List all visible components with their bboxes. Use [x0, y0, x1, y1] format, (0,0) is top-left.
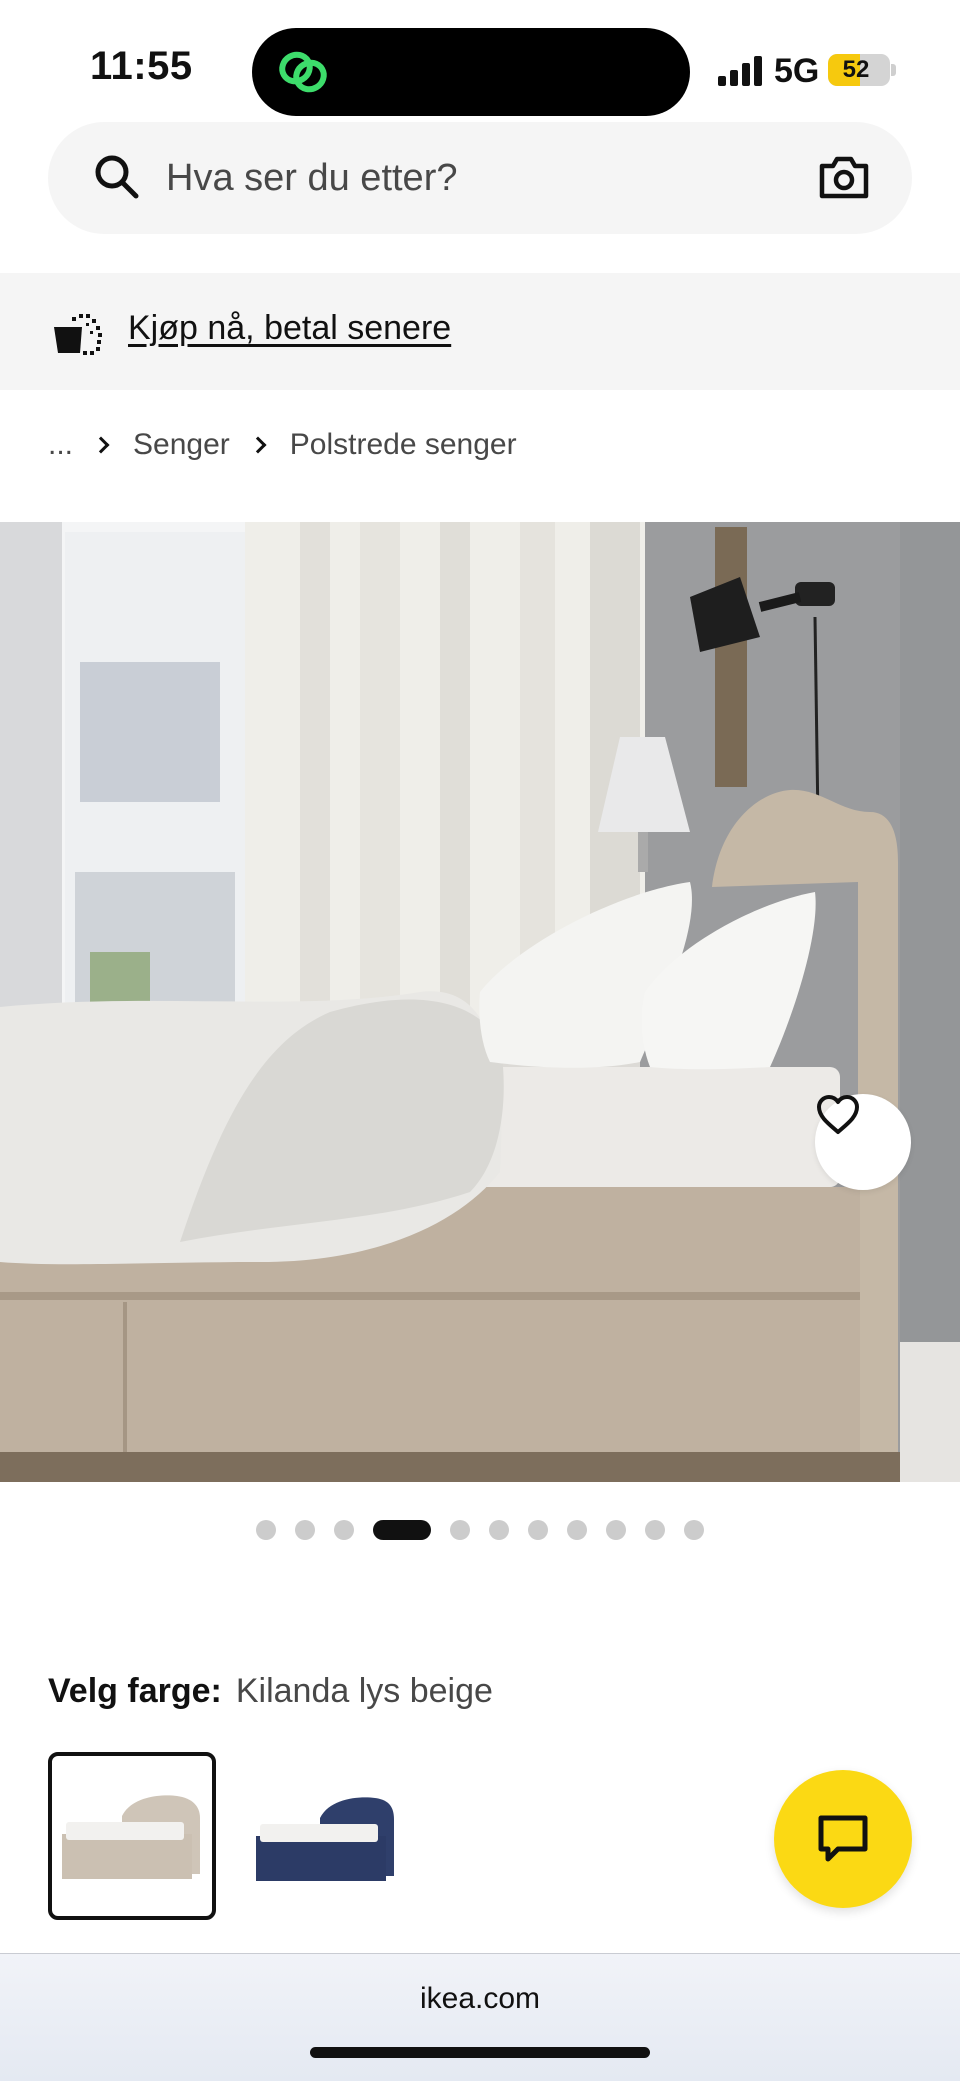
carousel-dot[interactable]	[567, 1520, 587, 1540]
chat-button[interactable]	[774, 1770, 912, 1908]
swatch-blue-image	[256, 1797, 394, 1881]
home-indicator[interactable]	[310, 2047, 650, 2058]
browser-url[interactable]: ikea.com	[0, 1982, 960, 2016]
color-select-label: Velg farge: Kilanda lys beige	[48, 1672, 493, 1711]
chevron-right-icon	[92, 436, 110, 454]
color-swatch-blue[interactable]	[242, 1752, 410, 1920]
status-time: 11:55	[90, 44, 193, 88]
battery-icon: 52	[828, 54, 890, 86]
product-image[interactable]	[0, 522, 960, 1482]
breadcrumb-ellipsis[interactable]: ...	[48, 428, 73, 462]
battery-level: 52	[842, 56, 870, 83]
breadcrumb-item-polstrede-senger[interactable]: Polstrede senger	[290, 428, 517, 462]
carousel-dot[interactable]	[295, 1520, 315, 1540]
breadcrumb: ... Senger Polstrede senger	[48, 420, 517, 470]
carousel-dot[interactable]	[334, 1520, 354, 1540]
search-bar[interactable]	[48, 122, 912, 234]
promo-banner: Kjøp nå, betal senere	[0, 273, 960, 390]
breadcrumb-item-senger[interactable]: Senger	[133, 428, 230, 462]
carousel-dot[interactable]	[645, 1520, 665, 1540]
network-label: 5G	[774, 52, 820, 90]
dynamic-island	[252, 28, 690, 116]
bed-photo	[0, 522, 960, 1482]
carousel-pagination[interactable]	[0, 1518, 960, 1542]
color-swatch-beige[interactable]	[48, 1752, 216, 1920]
carousel-dot[interactable]	[450, 1520, 470, 1540]
chevron-right-icon	[249, 436, 267, 454]
link-app-icon	[279, 51, 327, 93]
color-value: Kilanda lys beige	[235, 1672, 493, 1710]
carousel-dot[interactable]	[528, 1520, 548, 1540]
search-icon	[95, 155, 139, 199]
carousel-dot[interactable]	[684, 1520, 704, 1540]
camera-icon[interactable]	[818, 152, 870, 202]
favorite-button[interactable]	[815, 1094, 911, 1190]
swatch-beige-image	[62, 1795, 200, 1879]
status-bar: 11:55 5G 52	[0, 0, 960, 140]
signal-icon	[718, 56, 764, 86]
carousel-dot[interactable]	[606, 1520, 626, 1540]
search-input[interactable]	[166, 150, 806, 206]
bag-icon	[54, 314, 102, 355]
battery-tip	[891, 64, 896, 76]
carousel-dot[interactable]	[489, 1520, 509, 1540]
carousel-dot-active[interactable]	[373, 1520, 431, 1540]
chat-icon	[818, 1815, 868, 1862]
buy-now-pay-later-link[interactable]: Kjøp nå, betal senere	[128, 309, 451, 348]
color-label: Velg farge:	[48, 1672, 222, 1710]
heart-icon	[817, 1095, 859, 1134]
carousel-dot[interactable]	[256, 1520, 276, 1540]
browser-address-bar[interactable]: ikea.com	[0, 1953, 960, 2081]
